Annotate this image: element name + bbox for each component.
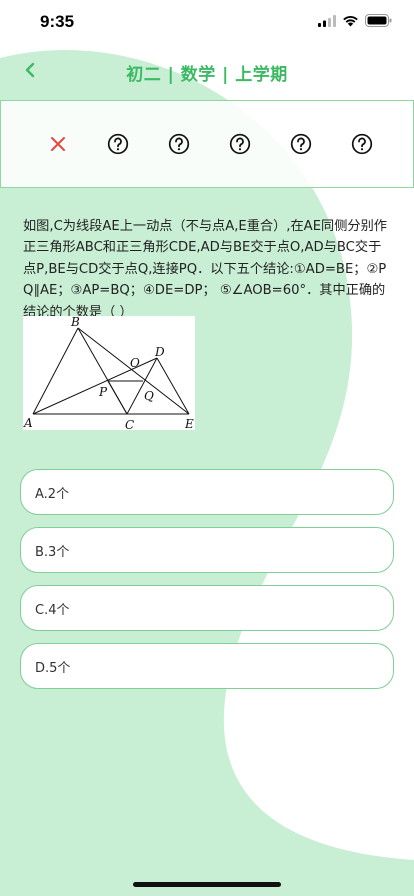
option-d[interactable]: D.5个 (20, 643, 394, 689)
progress-item-6[interactable] (351, 133, 373, 159)
question-figure: B D O P Q A C E (23, 315, 195, 432)
question-circle-icon (290, 133, 312, 159)
question-progress-bar (0, 100, 414, 188)
status-bar: 9:35 (0, 0, 414, 46)
progress-item-2[interactable] (107, 133, 129, 159)
option-b[interactable]: B.3个 (20, 527, 394, 573)
progress-item-3[interactable] (168, 133, 190, 159)
home-indicator (133, 882, 281, 887)
option-a[interactable]: A.2个 (20, 469, 394, 515)
status-icons (318, 14, 392, 27)
page-title: 初二 | 数学 | 上学期 (126, 65, 288, 85)
segment-ab (32, 327, 79, 415)
option-c[interactable]: C.4个 (20, 585, 394, 631)
option-label: B.3个 (35, 544, 70, 560)
figure-label-a: A (23, 416, 33, 430)
option-label: A.2个 (35, 486, 70, 502)
status-time: 9:35 (40, 12, 75, 31)
question-circle-icon (107, 133, 129, 159)
option-label: C.4个 (35, 602, 70, 618)
progress-item-4[interactable] (229, 133, 251, 159)
figure-label-o: O (130, 356, 140, 370)
segment-de (156, 357, 190, 415)
progress-item-5[interactable] (290, 133, 312, 159)
option-label: D.5个 (35, 660, 71, 676)
question-circle-icon (229, 133, 251, 159)
figure-label-c: C (125, 418, 134, 430)
figure-label-q: Q (144, 389, 154, 403)
figure-label-e: E (184, 417, 194, 430)
progress-item-1[interactable] (47, 135, 69, 157)
figure-label-d: D (154, 345, 165, 359)
question-text: 如图,C为线段AE上一动点（不与点A,E重合）,在AE同侧分别作正三角形ABC和… (23, 219, 387, 320)
wifi-icon (342, 15, 359, 27)
figure-label-b: B (70, 316, 80, 329)
figure-label-p: P (98, 385, 108, 399)
question-circle-icon (351, 133, 373, 159)
battery-icon (365, 14, 392, 27)
question-circle-icon (168, 133, 190, 159)
close-icon (50, 136, 66, 156)
signal-icon (318, 14, 336, 27)
geometry-figure: B D O P Q A C E (23, 315, 194, 432)
segment-ac-extra (107, 380, 128, 415)
header: 初二 | 数学 | 上学期 (0, 52, 414, 92)
